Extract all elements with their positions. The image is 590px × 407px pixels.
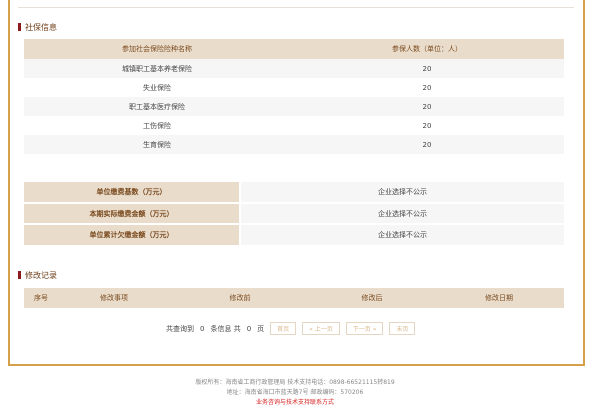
payment-label: 单位累计欠缴金额（万元） [24,223,241,245]
payment-label: 单位缴费基数（万元） [24,182,241,203]
social-section-header: 社保信息 [18,21,57,33]
last-page-button[interactable]: 末页 [389,322,416,335]
insurance-type-cell: 工伤保险 [143,121,171,130]
payment-table: 单位缴费基数（万元） 企业选择不公示 本期实际缴费金额（万元） 企业选择不公示 … [24,182,564,245]
changes-section-title: 修改记录 [25,270,57,280]
table-row: 单位缴费基数（万元） 企业选择不公示 [24,182,564,203]
insurance-type-cell: 职工基本医疗保险 [24,97,290,116]
table-row: 职工基本医疗保险 20 [24,97,564,116]
insured-count-cell: 20 [290,135,564,154]
insured-count-cell: 20 [290,59,564,78]
change-records-table: 序号 修改事项 修改前 修改后 修改日期 [24,288,564,308]
table-row: 本期实际缴费金额（万元） 企业选择不公示 [24,202,564,224]
table-row: 城镇职工基本养老保险 20 [24,59,564,78]
first-page-button[interactable]: 首页 [270,322,297,335]
header-insurance-type: 参加社会保险险种名称 [24,39,290,59]
header-after: 修改后 [310,288,434,308]
pager-mid: 条信息 共 [210,324,241,333]
table-row: 生育保险 20 [24,135,564,154]
social-section-title: 社保信息 [25,22,57,32]
prev-page-button[interactable]: « 上一页 [302,322,340,335]
header-before: 修改前 [170,288,310,308]
pager-prefix: 共查询到 [166,324,194,333]
pager-total: 0 [200,324,205,333]
table-header-row: 序号 修改事项 修改前 修改后 修改日期 [24,288,564,308]
section-marker [18,271,21,279]
table-row: 单位累计欠缴金额（万元） 企业选择不公示 [24,223,564,245]
insurance-type-cell: 城镇职工基本养老保险 [24,59,290,78]
table-header-row: 参加社会保险险种名称 参保人数（单位：人） [24,39,564,59]
insured-count-cell: 20 [422,83,432,92]
changes-section-header: 修改记录 [18,269,57,281]
insured-count-cell: 20 [290,97,564,116]
footer-support-link[interactable]: 业务咨询与技术支持联系方式 [0,397,590,406]
pager-suffix: 页 [257,324,265,333]
payment-value: 企业选择不公示 [240,202,564,224]
next-page-button[interactable]: 下一页 » [345,322,384,335]
footer-address: 地址：海南省海口市蓝天路7号 邮政编码：570206 [226,389,364,396]
payment-label: 本期实际缴费金额（万元） [24,202,241,224]
header-item: 修改事项 [58,288,170,308]
table-row: 失业保险 20 [24,78,564,97]
pager-pages: 0 [246,324,252,333]
section-marker [18,23,21,31]
insured-count-cell: 20 [422,121,432,130]
social-insurance-table: 参加社会保险险种名称 参保人数（单位：人） 城镇职工基本养老保险 20 失业保险… [24,39,564,154]
insurance-type-cell: 失业保险 [143,83,171,92]
insurance-type-cell: 生育保险 [24,135,290,154]
pagination: 共查询到 0 条信息 共 0 页 首页 « 上一页 下一页 » 末页 [166,322,416,335]
payment-value: 企业选择不公示 [240,223,564,245]
top-divider [18,7,574,8]
footer-copyright: 版权所有：海南省工商行政管理局 技术支持电话：0898-66521115转819 [195,379,395,386]
header-insured-count: 参保人数（单位：人） [290,39,564,59]
payment-value: 企业选择不公示 [240,182,564,203]
table-row: 工伤保险 20 [24,116,564,135]
header-seq: 序号 [24,288,58,308]
header-date: 修改日期 [434,288,564,308]
